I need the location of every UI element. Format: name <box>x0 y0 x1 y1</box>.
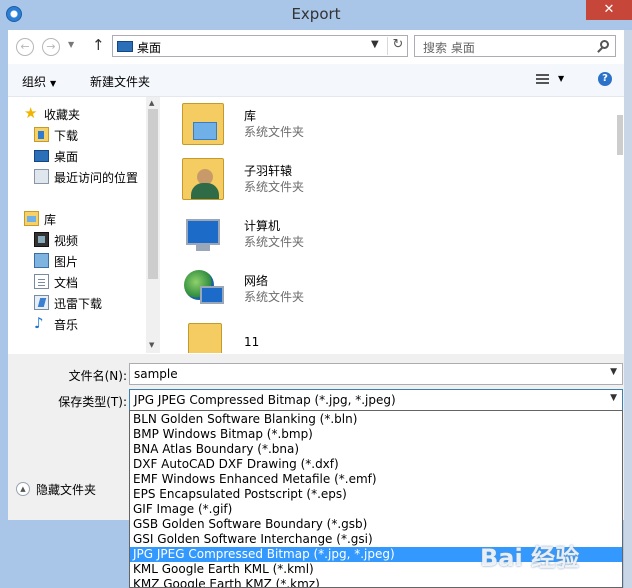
library-folder-icon <box>182 103 224 145</box>
sidebar-item-label: 库 <box>44 213 57 227</box>
chevron-down-icon[interactable]: ▼ <box>610 367 617 377</box>
dropdown-option[interactable]: KMZ Google Earth KMZ (*.kmz) <box>130 577 622 587</box>
sidebar-item-label: 视频 <box>54 234 79 248</box>
sidebar-item-label: 文档 <box>54 276 79 290</box>
dropdown-option[interactable]: BNA Atlas Boundary (*.bna) <box>130 442 622 457</box>
item-type: 系统文件夹 <box>244 290 305 304</box>
filetype-label: 保存类型(T): <box>58 395 127 409</box>
library-icon <box>24 211 39 226</box>
chevron-down-icon[interactable]: ▼ <box>371 39 379 50</box>
monitor-shape <box>200 286 224 304</box>
chevron-down-icon[interactable]: ▼ <box>610 393 617 403</box>
filetype-select[interactable]: JPG JPEG Compressed Bitmap (*.jpg, *.jpe… <box>129 389 623 411</box>
list-item[interactable]: 11 <box>182 321 542 353</box>
title-bar: Export ✕ <box>0 0 632 30</box>
item-name: 网络 <box>244 274 269 288</box>
item-type: 系统文件夹 <box>244 235 305 249</box>
dropdown-option[interactable]: EMF Windows Enhanced Metafile (*.emf) <box>130 472 622 487</box>
organize-button[interactable]: 组织 ▼ <box>22 73 56 90</box>
sidebar-scrollbar[interactable]: ▲ ▼ <box>146 97 160 353</box>
dropdown-option[interactable]: EPS Encapsulated Postscript (*.eps) <box>130 487 622 502</box>
sidebar-item-label: 桌面 <box>54 150 79 164</box>
help-icon[interactable]: ? <box>598 72 612 86</box>
sidebar-item-label: 收藏夹 <box>44 108 81 122</box>
back-button[interactable]: ← <box>16 38 34 56</box>
export-dialog: Export ✕ ← → ▼ ↑ 桌面 ▼ ↻ 搜索 桌面 组织▼ 新建文件夹 <box>0 0 632 588</box>
scrollbar-thumb[interactable] <box>617 115 623 155</box>
view-options-icon[interactable] <box>536 74 549 85</box>
history-dropdown-icon[interactable]: ▼ <box>68 40 74 49</box>
computer-icon <box>182 213 224 255</box>
dropdown-option[interactable]: BLN Golden Software Blanking (*.bln) <box>130 412 622 427</box>
close-button[interactable]: ✕ <box>586 0 632 20</box>
command-bar: 组织 ▼ 新建文件夹 ▼ ? <box>8 64 632 97</box>
address-text: 桌面 <box>137 41 162 55</box>
item-type: 系统文件夹 <box>244 180 305 194</box>
filename-label: 文件名(N): <box>68 369 127 383</box>
dropdown-option[interactable]: GSB Golden Software Boundary (*.gsb) <box>130 517 622 532</box>
star-icon: ★ <box>24 104 38 122</box>
chevron-up-icon[interactable]: ▲ <box>16 482 30 496</box>
network-icon <box>182 268 224 310</box>
monitor-stand-shape <box>196 245 210 251</box>
folder-icon <box>188 323 222 353</box>
sidebar-item-label: 迅雷下载 <box>54 297 103 311</box>
thunder-download-icon <box>34 295 49 310</box>
hide-folders-button[interactable]: 隐藏文件夹 <box>36 481 96 498</box>
list-item[interactable]: 库 系统文件夹 <box>182 101 542 149</box>
dropdown-option[interactable]: BMP Windows Bitmap (*.bmp) <box>130 427 622 442</box>
navigation-row: ← → ▼ ↑ 桌面 ▼ ↻ 搜索 桌面 <box>8 30 632 64</box>
downloads-folder-icon <box>34 127 49 142</box>
search-input[interactable]: 搜索 桌面 <box>414 35 616 57</box>
dropdown-option[interactable]: DXF AutoCAD DXF Drawing (*.dxf) <box>130 457 622 472</box>
file-list-scrollbar[interactable] <box>616 97 624 353</box>
videos-icon <box>34 232 49 247</box>
item-name: 子羽轩辕 <box>244 164 293 178</box>
item-name: 计算机 <box>244 219 281 233</box>
scrollbar-thumb[interactable] <box>148 109 158 279</box>
list-item[interactable]: 子羽轩辕 系统文件夹 <box>182 156 542 204</box>
desktop-icon <box>34 150 49 162</box>
watermark-logo: Bai 经验 <box>480 544 580 572</box>
new-folder-button[interactable]: 新建文件夹 <box>90 73 150 90</box>
item-name: 库 <box>244 109 257 123</box>
user-folder-icon <box>182 158 224 200</box>
filetype-value: JPG JPEG Compressed Bitmap (*.jpg, *.jpe… <box>134 393 396 407</box>
back-arrow-icon: ← <box>20 40 30 53</box>
item-type: 系统文件夹 <box>244 125 305 139</box>
scroll-up-icon[interactable]: ▲ <box>149 99 154 107</box>
address-bar[interactable]: 桌面 ▼ ↻ <box>112 35 408 57</box>
navigation-pane: ★ 收藏夹 下载 桌面 最近访问的位置 库 视频 图片 文档 迅雷下载 ♪ 音乐… <box>8 97 160 353</box>
dropdown-option[interactable]: GIF Image (*.gif) <box>130 502 622 517</box>
documents-icon <box>34 274 49 289</box>
sidebar-item-label: 下载 <box>54 129 79 143</box>
search-icon[interactable] <box>600 40 609 49</box>
up-arrow-icon[interactable]: ↑ <box>92 36 105 54</box>
background-window-edge <box>624 30 632 588</box>
search-placeholder: 搜索 桌面 <box>423 41 475 55</box>
chevron-down-icon: ▼ <box>50 79 57 88</box>
list-item[interactable]: 网络 系统文件夹 <box>182 266 542 314</box>
desktop-icon <box>117 41 133 52</box>
sidebar-item-label: 音乐 <box>54 318 79 332</box>
scroll-down-icon[interactable]: ▼ <box>149 341 154 349</box>
list-item[interactable]: 计算机 系统文件夹 <box>182 211 542 259</box>
forward-arrow-icon: → <box>46 40 56 53</box>
music-icon: ♪ <box>34 314 44 332</box>
organize-label: 组织 <box>22 75 47 89</box>
refresh-icon[interactable]: ↻ <box>387 37 408 55</box>
filename-input[interactable]: sample ▼ <box>129 363 623 385</box>
item-name: 11 <box>244 335 260 349</box>
filename-value: sample <box>134 367 178 381</box>
chevron-down-icon[interactable]: ▼ <box>558 74 564 83</box>
file-list: 库 系统文件夹 子羽轩辕 系统文件夹 计算机 系统文件夹 网络 系统文件夹 11 <box>172 97 624 353</box>
sidebar-item-label: 最近访问的位置 <box>54 171 139 185</box>
forward-button[interactable]: → <box>42 38 60 56</box>
window-title: Export <box>291 5 341 23</box>
monitor-shape <box>186 219 220 245</box>
pictures-icon <box>34 253 49 268</box>
sidebar-item-label: 图片 <box>54 255 79 269</box>
user-body-shape <box>191 183 219 199</box>
recent-places-icon <box>34 169 49 184</box>
